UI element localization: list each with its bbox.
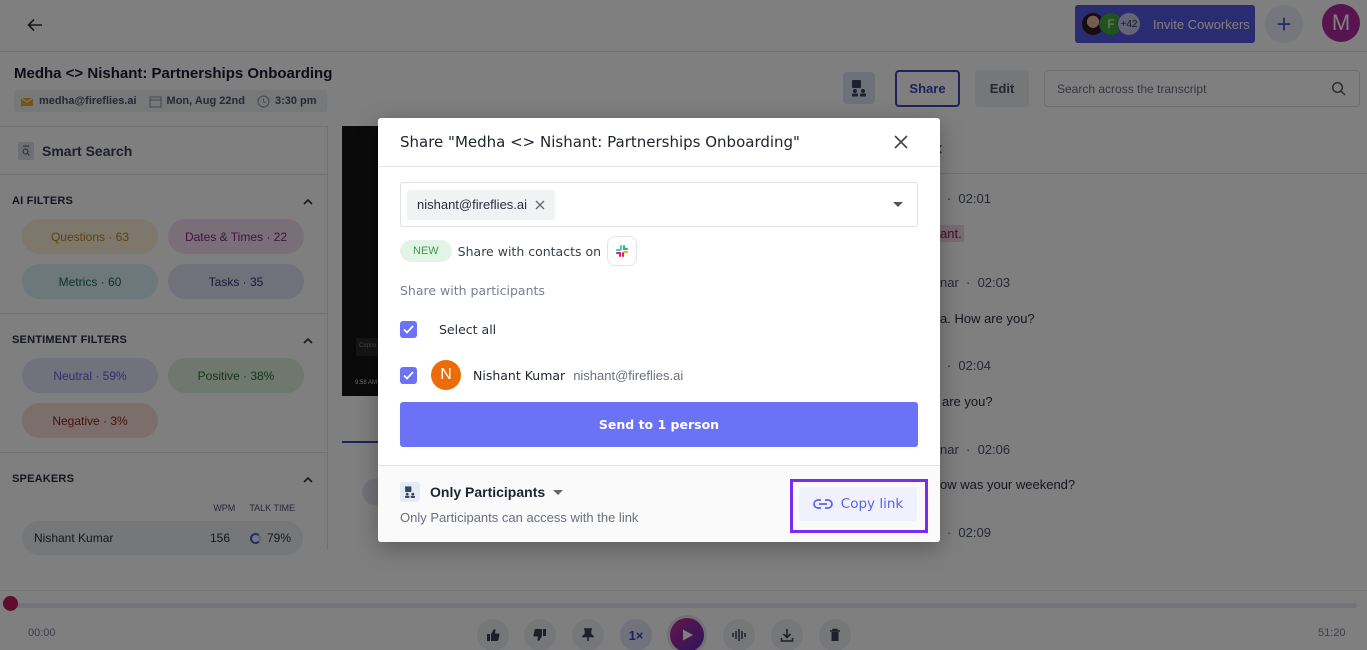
participant-avatar: N — [431, 360, 461, 390]
share-with-participants-label: Share with participants — [400, 283, 545, 298]
select-all-label: Select all — [439, 322, 497, 337]
send-button[interactable]: Send to 1 person — [400, 402, 918, 447]
close-button[interactable] — [892, 133, 910, 151]
copy-link-label: Copy link — [840, 496, 904, 512]
access-level-dropdown[interactable]: Only Participants — [400, 482, 564, 502]
share-dialog-header: Share "Medha <> Nishant: Partnerships On… — [378, 118, 940, 167]
chevron-down-icon[interactable] — [893, 202, 903, 207]
link-icon — [812, 498, 833, 510]
participants-icon — [400, 482, 420, 502]
participant-name: Nishant Kumar — [473, 367, 566, 383]
slack-icon — [616, 245, 629, 257]
share-dialog-footer: Only Participants Only Participants can … — [378, 465, 940, 542]
check-icon — [403, 325, 414, 334]
remove-recipient-button[interactable] — [535, 200, 545, 210]
recipient-chip: nishant@fireflies.ai — [407, 189, 556, 220]
slack-share-button[interactable] — [607, 236, 638, 266]
copy-link-button[interactable]: Copy link — [799, 487, 917, 521]
close-icon — [894, 135, 908, 149]
check-icon — [403, 370, 414, 380]
participant-checkbox[interactable] — [400, 366, 417, 384]
chevron-down-icon — [553, 489, 564, 495]
app-root: F +42 Invite Coworkers + M Medha <> Nish… — [0, 0, 1367, 650]
slack-share-text: Share with contacts on — [457, 243, 602, 259]
select-all-checkbox[interactable] — [400, 321, 417, 338]
access-description: Only Participants can access with the li… — [400, 510, 639, 525]
new-badge: NEW — [400, 240, 452, 262]
share-dialog: Share "Medha <> Nishant: Partnerships On… — [378, 118, 940, 542]
share-dialog-title: Share "Medha <> Nishant: Partnerships On… — [400, 133, 800, 151]
participant-email: nishant@fireflies.ai — [573, 367, 684, 383]
participant-row: N Nishant Kumar nishant@fireflies.ai — [400, 360, 683, 390]
slack-share-row: NEW Share with contacts on — [400, 236, 638, 266]
recipient-email-field[interactable]: nishant@fireflies.ai — [400, 182, 918, 227]
recipient-chip-email: nishant@fireflies.ai — [417, 197, 528, 212]
select-all-row: Select all — [400, 321, 496, 338]
close-icon — [535, 200, 545, 209]
access-level-label: Only Participants — [430, 484, 546, 500]
